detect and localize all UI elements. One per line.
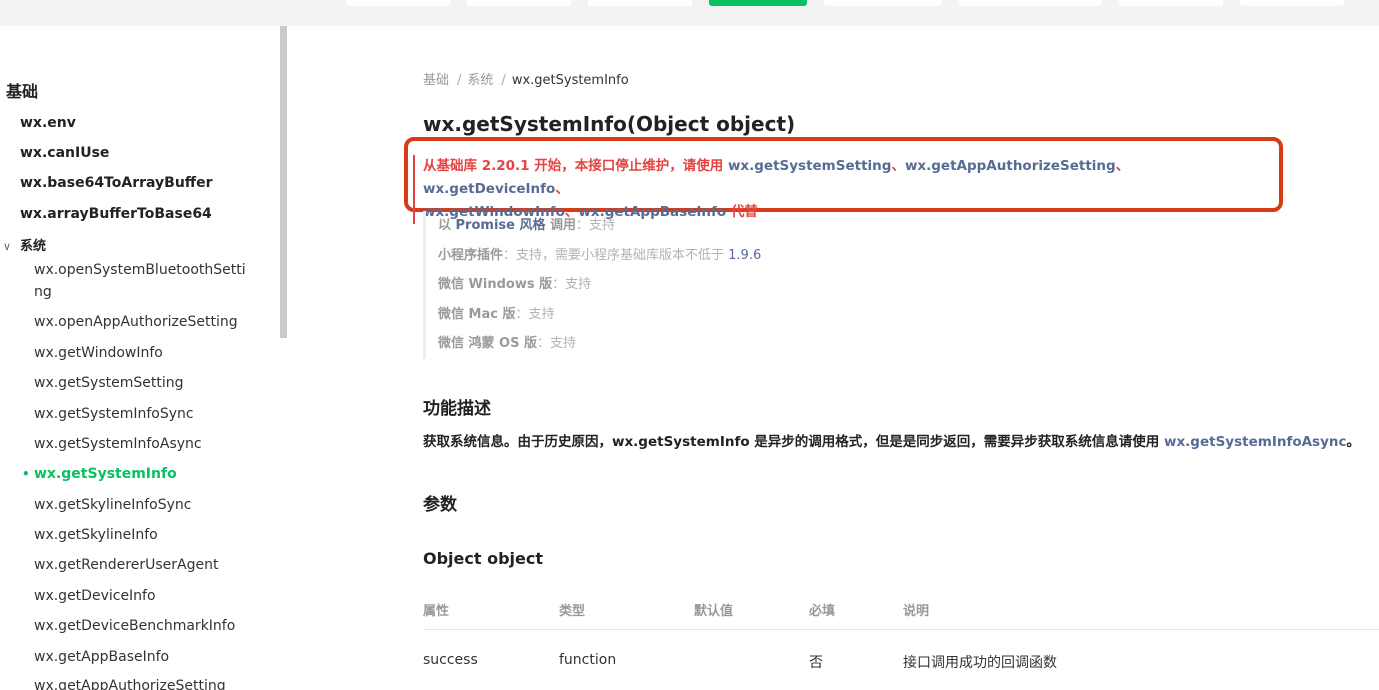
- sidebar: 基础 wx.env wx.canIUse wx.base64ToArrayBuf…: [0, 26, 287, 690]
- link-get-app-authorize-setting[interactable]: wx.getAppAuthorizeSetting: [905, 158, 1116, 174]
- top-tab-1[interactable]: [346, 0, 450, 6]
- support-windows-label: 微信 Windows 版: [438, 277, 553, 292]
- breadcrumb-item-current: wx.getSystemInfo: [511, 73, 629, 88]
- support-promise-value: ：支持: [576, 218, 616, 233]
- link-promise-style[interactable]: Promise 风格: [456, 218, 546, 233]
- top-navigation: [0, 0, 1379, 26]
- link-plugin-version[interactable]: 1.9.6: [728, 248, 761, 263]
- link-get-device-info[interactable]: wx.getDeviceInfo: [423, 181, 555, 197]
- table-row: success function 否 接口调用成功的回调函数: [423, 652, 1379, 682]
- column-header-required: 必填: [809, 604, 836, 619]
- main-content: 基础 / 系统 / wx.getSystemInfo wx.getSystemInfo(…: [404, 26, 1379, 690]
- sidebar-sub-get-system-info[interactable]: wx.getSystemInfo: [34, 466, 177, 482]
- top-tab-8[interactable]: [1240, 0, 1344, 6]
- deprecation-separator: 、: [891, 158, 905, 174]
- link-get-system-setting[interactable]: wx.getSystemSetting: [728, 158, 892, 174]
- page-title: wx.getSystemInfo(Object object): [423, 112, 796, 136]
- link-get-system-info-async[interactable]: wx.getSystemInfoAsync: [1164, 434, 1347, 450]
- sidebar-item-arraybuffer-to-base64[interactable]: wx.arrayBufferToBase64: [20, 206, 212, 222]
- top-tab-active[interactable]: [709, 0, 807, 6]
- function-description-heading: 功能描述: [423, 399, 491, 419]
- column-header-description: 说明: [903, 604, 930, 619]
- breadcrumb: 基础 / 系统 / wx.getSystemInfo: [423, 73, 629, 88]
- params-table-header: 属性 类型 默认值 必填 说明: [423, 600, 1379, 630]
- support-windows-text: ：支持: [552, 277, 592, 292]
- support-plugin: 小程序插件：支持，需要小程序基础库版本不低于 1.9.6: [438, 241, 923, 271]
- support-mac-text: ：支持: [515, 306, 555, 322]
- breadcrumb-item-system[interactable]: 系统: [467, 73, 493, 88]
- sidebar-group-label: 系统: [20, 239, 47, 254]
- sidebar-sub-get-device-benchmark-info[interactable]: wx.getDeviceBenchmarkInfo: [34, 618, 235, 634]
- support-plugin-text: ：支持，需要小程序基础库版本不低于: [503, 247, 729, 263]
- top-tab-5[interactable]: [824, 0, 942, 6]
- function-description: 获取系统信息。由于历史原因，wx.getSystemInfo 是异步的调用格式，…: [423, 430, 1360, 450]
- sidebar-scrollbar[interactable]: [280, 26, 287, 338]
- deprecation-separator: 、: [1115, 158, 1130, 174]
- function-description-text: 获取系统信息。由于历史原因，wx.getSystemInfo 是异步的调用格式，…: [423, 434, 1164, 450]
- object-heading: Object object: [423, 549, 544, 568]
- support-plugin-label: 小程序插件: [438, 247, 504, 263]
- support-harmony: 微信 鸿蒙 OS 版：支持: [438, 329, 923, 359]
- column-header-property: 属性: [423, 604, 450, 619]
- column-header-default: 默认值: [694, 604, 734, 619]
- sidebar-section-title: 基础: [6, 82, 39, 101]
- sidebar-sub-get-renderer-user-agent[interactable]: wx.getRendererUserAgent: [34, 557, 218, 573]
- top-tab-6[interactable]: [959, 0, 1102, 6]
- sidebar-sub-get-system-setting[interactable]: wx.getSystemSetting: [34, 375, 184, 391]
- support-info: 以 Promise 风格 调用：支持 小程序插件：支持，需要小程序基础库版本不低…: [423, 211, 923, 359]
- sidebar-sub-get-device-info[interactable]: wx.getDeviceInfo: [34, 588, 156, 604]
- sidebar-sub-get-system-info-sync[interactable]: wx.getSystemInfoSync: [34, 406, 194, 422]
- support-promise: 以 Promise 风格 调用：支持: [438, 211, 923, 241]
- cell-type: function: [559, 652, 617, 668]
- top-tab-7[interactable]: [1119, 0, 1223, 6]
- sidebar-sub-get-skyline-info-sync[interactable]: wx.getSkylineInfoSync: [34, 497, 191, 513]
- deprecation-separator: 、: [555, 181, 569, 197]
- top-tab-2[interactable]: [467, 0, 571, 6]
- params-heading: 参数: [423, 495, 457, 515]
- support-windows: 微信 Windows 版：支持: [438, 270, 923, 300]
- sidebar-item-base64-to-arraybuffer[interactable]: wx.base64ToArrayBuffer: [20, 175, 213, 191]
- cell-required: 否: [809, 655, 823, 671]
- sidebar-sub-get-app-authorize-setting[interactable]: wx.getAppAuthorizeSetting: [34, 678, 226, 690]
- column-header-type: 类型: [559, 604, 586, 619]
- sidebar-sub-open-app-authorize-setting[interactable]: wx.openAppAuthorizeSetting: [34, 314, 238, 330]
- cell-property: success: [423, 652, 478, 668]
- sidebar-item-caniuse[interactable]: wx.canIUse: [20, 145, 109, 161]
- support-harmony-label: 微信 鸿蒙 OS 版: [438, 336, 537, 351]
- support-mac: 微信 Mac 版：支持: [438, 300, 923, 330]
- chevron-down-icon: ∨: [2, 240, 12, 253]
- function-description-end: 。: [1346, 434, 1361, 450]
- sidebar-sub-get-system-info-async[interactable]: wx.getSystemInfoAsync: [34, 436, 202, 452]
- top-tab-3[interactable]: [588, 0, 692, 6]
- sidebar-item-env[interactable]: wx.env: [20, 115, 76, 131]
- breadcrumb-item-basic[interactable]: 基础: [423, 73, 449, 88]
- support-promise-call: 调用: [545, 218, 577, 233]
- sidebar-sub-get-app-base-info[interactable]: wx.getAppBaseInfo: [34, 649, 169, 665]
- deprecation-prefix: 从基础库 2.20.1 开始，本接口停止维护，请使用: [423, 158, 728, 174]
- sidebar-group-system[interactable]: ∨ 系统: [0, 235, 46, 254]
- cell-description: 接口调用成功的回调函数: [903, 655, 1057, 671]
- support-mac-label: 微信 Mac 版: [438, 306, 516, 322]
- sidebar-sub-get-window-info[interactable]: wx.getWindowInfo: [34, 345, 163, 361]
- sidebar-sub-open-system-bluetooth-setting[interactable]: wx.openSystemBluetoothSetting: [34, 259, 248, 303]
- deprecation-highlight-box: 从基础库 2.20.1 开始，本接口停止维护，请使用 wx.getSystemS…: [404, 137, 1283, 224]
- active-dot-icon: •: [22, 467, 30, 481]
- support-harmony-text: ：支持: [537, 336, 577, 351]
- sidebar-sub-get-skyline-info[interactable]: wx.getSkylineInfo: [34, 527, 158, 543]
- support-promise-prefix: 以: [438, 218, 456, 233]
